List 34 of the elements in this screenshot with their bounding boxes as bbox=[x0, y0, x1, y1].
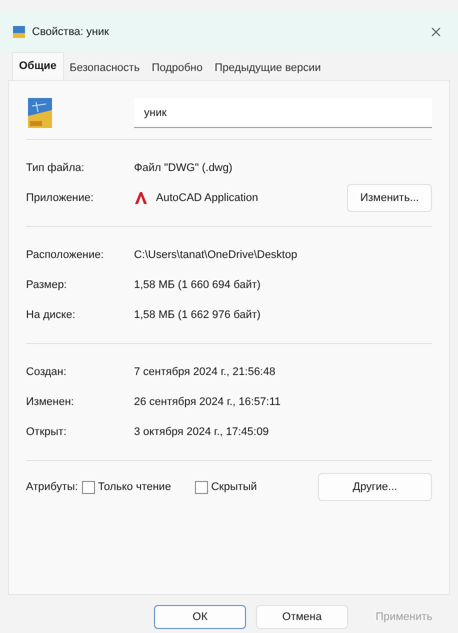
window-title: Свойства: уник bbox=[32, 24, 110, 40]
tab[interactable]: Безопасность bbox=[64, 56, 146, 80]
attributes-label: Атрибуты: bbox=[26, 480, 78, 495]
field-label: Создан: bbox=[26, 364, 68, 380]
field-value: 1,58 МБ (1 662 976 байт) bbox=[134, 308, 261, 323]
close-icon bbox=[431, 27, 441, 37]
dialog-button[interactable]: ОК bbox=[154, 605, 246, 629]
dialog-button[interactable]: Отмена bbox=[256, 605, 348, 629]
field-label: Тип файла: bbox=[26, 160, 86, 176]
field-value: 1,58 МБ (1 660 694 байт) bbox=[134, 278, 261, 293]
file-icon bbox=[12, 25, 26, 39]
checkbox-label: Скрытый bbox=[211, 480, 257, 495]
tab[interactable]: Общие bbox=[12, 52, 64, 80]
field-value: 3 октября 2024 г., 17:45:09 bbox=[134, 424, 269, 440]
field-value: C:\Users\tanat\OneDrive\Desktop bbox=[134, 248, 298, 263]
tab[interactable]: Предыдущие версии bbox=[208, 56, 327, 80]
autocad-logo-icon bbox=[134, 191, 148, 205]
checkbox-label: Только чтение bbox=[98, 480, 172, 495]
field-label: Изменен: bbox=[26, 394, 75, 410]
field-label: Приложение: bbox=[26, 190, 95, 206]
field-label: Расположение: bbox=[26, 248, 105, 263]
field-label: Размер: bbox=[26, 278, 68, 293]
field-value: 7 сентября 2024 г., 21:56:48 bbox=[134, 364, 276, 380]
file-name-field[interactable]: уник bbox=[134, 98, 432, 128]
field-label: На диске: bbox=[26, 308, 76, 323]
field-value: AutoCAD Application bbox=[156, 190, 260, 206]
tab[interactable]: Подробно bbox=[146, 56, 209, 80]
change-button[interactable]: Изменить... bbox=[347, 184, 432, 212]
checkbox[interactable] bbox=[82, 480, 95, 494]
field-value: Файл "DWG" (.dwg) bbox=[134, 160, 232, 176]
other-button[interactable]: Другие... bbox=[318, 473, 432, 501]
checkbox[interactable] bbox=[195, 480, 208, 494]
field-label: Открыт: bbox=[26, 424, 68, 440]
field-value: 26 сентября 2024 г., 16:57:11 bbox=[134, 394, 281, 410]
